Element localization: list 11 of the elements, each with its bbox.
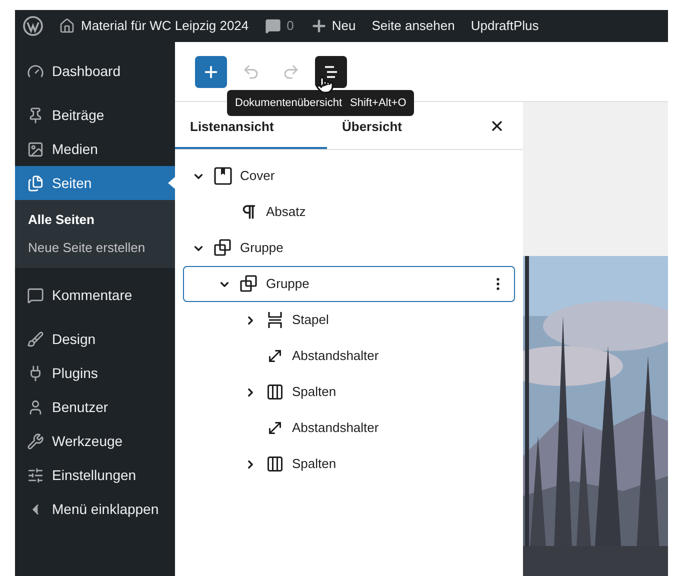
block-label: Gruppe (240, 239, 284, 258)
comment-count: 0 (286, 17, 294, 36)
block-label: Gruppe (266, 275, 310, 294)
tooltip-shortcut: Shift+Alt+O (350, 96, 406, 111)
block-label: Abstandshalter (292, 419, 379, 438)
block-label: Spalten (292, 455, 336, 474)
block-label: Cover (240, 167, 275, 186)
block-label: Spalten (292, 383, 336, 402)
block-label: Stapel (292, 311, 329, 330)
block-label: Abstandshalter (292, 347, 379, 366)
block-label: Absatz (266, 203, 306, 222)
